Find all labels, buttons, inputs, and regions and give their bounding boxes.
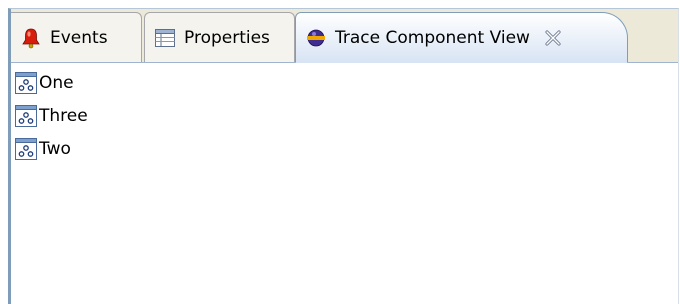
trace-view-icon: [306, 28, 326, 48]
tree-item-one[interactable]: One: [11, 66, 678, 99]
tab-trace-component-view-label: Trace Component View: [335, 27, 530, 48]
tab-events[interactable]: Events: [11, 12, 142, 62]
tree-item-two[interactable]: Two: [11, 132, 678, 165]
component-icon: [15, 137, 37, 160]
tree-item-label: Two: [39, 138, 71, 159]
component-icon: [15, 71, 37, 94]
tree-item-three[interactable]: Three: [11, 99, 678, 132]
tab-properties-label: Properties: [184, 27, 270, 48]
tab-bar: Events Properties Trace Component View: [11, 9, 678, 63]
tab-events-label: Events: [50, 27, 108, 48]
trace-component-tree: One Three Two: [11, 63, 678, 165]
properties-table-icon: [155, 28, 175, 48]
close-icon[interactable]: [544, 29, 562, 47]
tab-trace-component-view[interactable]: Trace Component View: [295, 12, 628, 63]
tree-item-label: Three: [39, 105, 88, 126]
component-icon: [15, 104, 37, 127]
tree-item-label: One: [39, 72, 74, 93]
tab-properties[interactable]: Properties: [144, 12, 295, 62]
bell-icon: [21, 28, 41, 48]
view-frame: Events Properties Trace Component View O…: [8, 8, 679, 304]
